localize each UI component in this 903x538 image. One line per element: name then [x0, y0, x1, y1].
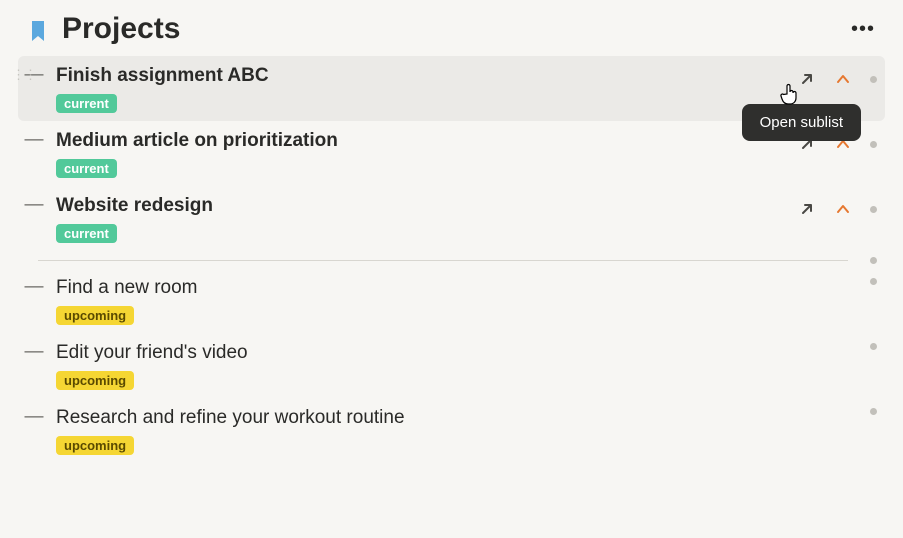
- item-body: Research and refine your workout routine…: [56, 406, 866, 455]
- status-tag[interactable]: current: [56, 224, 117, 243]
- item-body: Website redesign current: [56, 194, 794, 243]
- item-body: Edit your friend's video upcoming: [56, 341, 866, 390]
- open-sublist-icon[interactable]: [794, 66, 820, 92]
- item-title: Find a new room: [56, 276, 866, 300]
- item-dot-icon[interactable]: [870, 343, 877, 350]
- item-dot-icon: [870, 257, 877, 264]
- more-menu-button[interactable]: •••: [843, 14, 883, 45]
- item-actions: [866, 341, 879, 350]
- item-title: Edit your friend's video: [56, 341, 866, 365]
- status-tag[interactable]: upcoming: [56, 371, 134, 390]
- status-tag[interactable]: current: [56, 94, 117, 113]
- item-dot-icon[interactable]: [870, 141, 877, 148]
- project-item[interactable]: ⋮⋮—Edit your friend's videoupcoming: [18, 333, 885, 398]
- item-dot-icon[interactable]: [870, 278, 877, 285]
- chevron-up-icon[interactable]: [830, 66, 856, 92]
- item-title: Medium article on prioritization: [56, 129, 794, 153]
- item-dot-icon[interactable]: [870, 206, 877, 213]
- project-item[interactable]: ⋮⋮—Website redesigncurrent: [18, 186, 885, 251]
- tooltip: Open sublist: [742, 104, 861, 141]
- item-title: Finish assignment ABC: [56, 64, 794, 88]
- bookmark-icon: [28, 19, 48, 43]
- drag-handle-icon[interactable]: ⋮⋮: [12, 64, 22, 86]
- item-title: Website redesign: [56, 194, 794, 218]
- status-tag[interactable]: upcoming: [56, 306, 134, 325]
- page-header: Projects •••: [0, 0, 903, 52]
- item-dot-icon[interactable]: [870, 76, 877, 83]
- status-tag[interactable]: current: [56, 159, 117, 178]
- item-body: Find a new room upcoming: [56, 276, 866, 325]
- item-body: Medium article on prioritization current: [56, 129, 794, 178]
- section-divider: [18, 257, 885, 264]
- item-body: Finish assignment ABC current: [56, 64, 794, 113]
- project-list: ⋮⋮—Finish assignment ABCcurrentOpen subl…: [0, 52, 903, 467]
- project-item[interactable]: ⋮⋮—Find a new roomupcoming: [18, 268, 885, 333]
- project-item[interactable]: ⋮⋮—Finish assignment ABCcurrentOpen subl…: [18, 56, 885, 121]
- project-item[interactable]: ⋮⋮—Research and refine your workout rout…: [18, 398, 885, 463]
- page-title: Projects: [62, 12, 843, 46]
- status-tag[interactable]: upcoming: [56, 436, 134, 455]
- open-sublist-icon[interactable]: [794, 196, 820, 222]
- item-actions: [794, 64, 879, 92]
- item-actions: [794, 194, 879, 222]
- item-dot-icon[interactable]: [870, 408, 877, 415]
- item-actions: [866, 406, 879, 415]
- item-title: Research and refine your workout routine: [56, 406, 866, 430]
- chevron-up-icon[interactable]: [830, 196, 856, 222]
- item-actions: [866, 276, 879, 285]
